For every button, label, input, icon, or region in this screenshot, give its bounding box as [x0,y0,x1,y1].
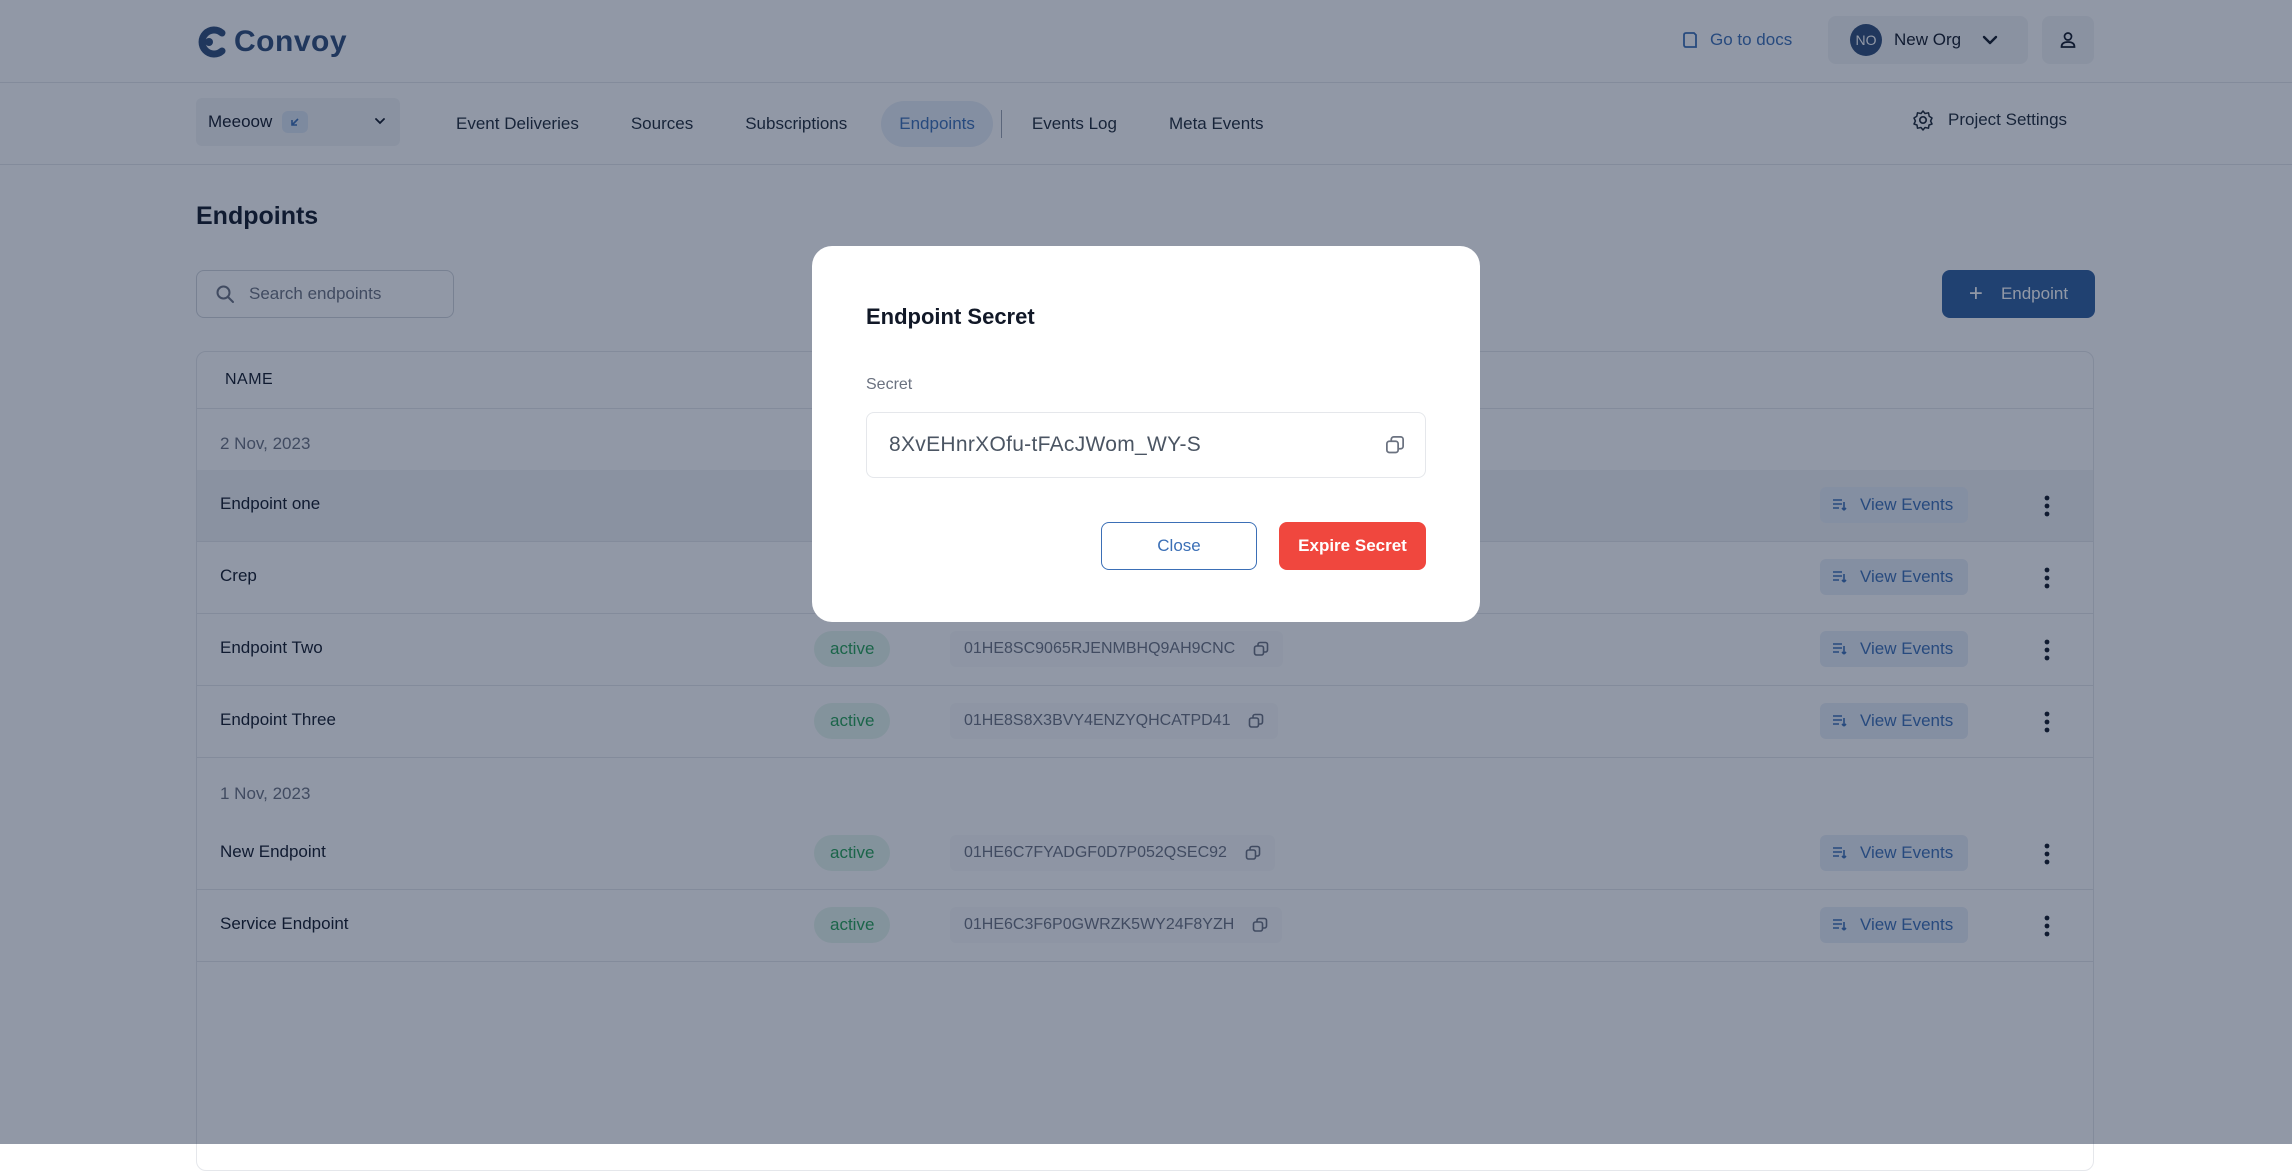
copy-icon[interactable] [1385,435,1405,460]
modal-title: Endpoint Secret [866,304,1035,329]
secret-label: Secret [866,376,913,393]
secret-value: 8XvEHnrXOfu-tFAcJWom_WY-S [889,433,1202,456]
endpoint-secret-modal: Endpoint Secret Secret 8XvEHnrXOfu-tFAcJ… [812,246,1480,622]
close-button[interactable]: Close [1101,522,1257,570]
expire-secret-button[interactable]: Expire Secret [1279,522,1426,570]
secret-field[interactable]: 8XvEHnrXOfu-tFAcJWom_WY-S [866,412,1426,478]
